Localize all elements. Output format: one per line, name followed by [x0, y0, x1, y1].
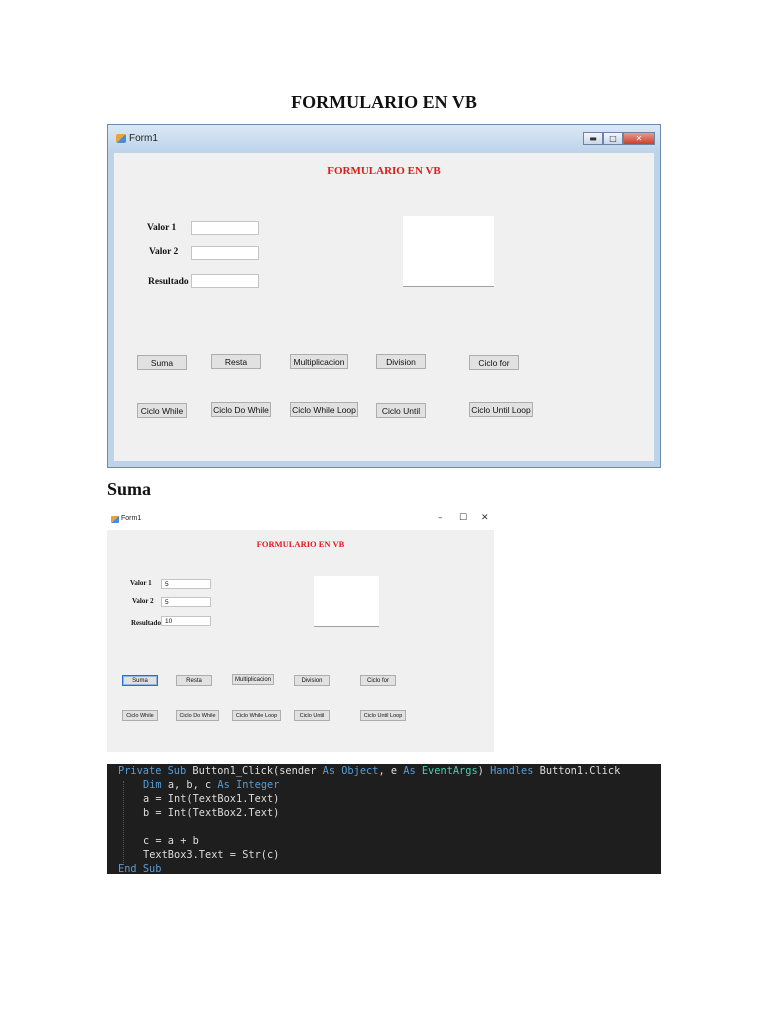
form-window-design: Form1 ▬ □ ✕ FORMULARIO EN VB Valor 1 Val… — [107, 124, 661, 468]
valor2-input[interactable]: 5 — [161, 597, 211, 607]
resultado-input[interactable] — [191, 274, 259, 288]
valor1-label: Valor 1 — [130, 579, 152, 587]
code-keyword: Sub — [142, 863, 162, 875]
code-keyword: As — [217, 779, 230, 791]
code-keyword: As — [322, 765, 336, 777]
resultado-label: Resultado — [148, 277, 189, 287]
title-bar[interactable]: Form1 ▬ □ ✕ — [108, 125, 660, 153]
division-button[interactable]: Division — [294, 675, 330, 686]
ciclo-until-loop-button[interactable]: Ciclo Until Loop — [360, 710, 406, 721]
code-line: c = a + b — [143, 835, 199, 847]
ciclo-for-button[interactable]: Ciclo for — [469, 355, 519, 370]
page-title: FORMULARIO EN VB — [291, 92, 477, 112]
ciclo-while-loop-button[interactable]: Ciclo While Loop — [290, 402, 358, 417]
maximize-icon[interactable]: □ — [603, 132, 623, 145]
valor2-label: Valor 2 — [149, 247, 179, 257]
output-box — [314, 576, 379, 627]
ciclo-while-loop-button[interactable]: Ciclo While Loop — [232, 710, 281, 721]
code-text: a, b, c — [167, 779, 212, 791]
code-keyword: End — [118, 863, 137, 875]
ciclo-for-button[interactable]: Ciclo for — [360, 675, 396, 686]
close-icon[interactable]: ✕ — [623, 132, 655, 145]
code-identifier: Button1.Click — [539, 765, 621, 777]
form-heading: FORMULARIO EN VB — [256, 539, 345, 549]
form-client-area: FORMULARIO EN VB Valor 1 Valor 2 Resulta… — [114, 153, 654, 461]
app-icon — [116, 134, 126, 143]
code-text: ) — [477, 765, 484, 777]
division-button[interactable]: Division — [376, 354, 426, 369]
section-heading: Suma — [107, 479, 152, 499]
code-line: TextBox3.Text = Str(c) — [143, 849, 280, 861]
code-line: Dim a, b, c As Integer — [118, 778, 661, 792]
code-keyword: Sub — [167, 765, 187, 777]
window-title: Form1 — [129, 133, 158, 144]
output-box — [403, 216, 494, 287]
code-text: , e — [378, 765, 398, 777]
valor2-input[interactable] — [191, 246, 259, 260]
ciclo-until-button[interactable]: Ciclo Until — [376, 403, 426, 418]
code-type: Integer — [236, 779, 280, 791]
code-line: End Sub — [118, 862, 661, 876]
suma-button[interactable]: Suma — [137, 355, 187, 370]
close-icon[interactable]: ✕ — [481, 513, 489, 523]
form-heading: FORMULARIO EN VB — [327, 165, 441, 177]
valor2-label: Valor 2 — [132, 597, 154, 605]
suma-button[interactable]: Suma — [122, 675, 158, 686]
code-block: Private Sub Button1_Click(sender As Obje… — [107, 764, 661, 876]
title-bar[interactable]: Form1 – ☐ ✕ — [107, 510, 494, 530]
multiplicacion-button[interactable]: Multiplicacion — [290, 354, 348, 369]
form-window-running: Form1 – ☐ ✕ FORMULARIO EN VB Valor 1 Val… — [107, 510, 494, 752]
code-text: (sender — [273, 765, 317, 777]
valor1-input[interactable]: 5 — [161, 579, 211, 589]
ciclo-while-button[interactable]: Ciclo While — [137, 403, 187, 418]
ciclo-do-while-button[interactable]: Ciclo Do While — [176, 710, 219, 721]
resultado-label: Resultado — [131, 619, 161, 627]
ciclo-do-while-button[interactable]: Ciclo Do While — [211, 402, 271, 417]
resultado-input[interactable]: 10 — [161, 616, 211, 626]
maximize-icon[interactable]: ☐ — [459, 513, 467, 523]
code-type: Object — [341, 765, 379, 777]
code-identifier: Button1_Click — [192, 765, 274, 777]
ciclo-until-loop-button[interactable]: Ciclo Until Loop — [469, 402, 533, 417]
resta-button[interactable]: Resta — [211, 354, 261, 369]
minimize-icon[interactable]: ▬ — [583, 132, 603, 145]
ciclo-while-button[interactable]: Ciclo While — [122, 710, 158, 721]
code-keyword: As — [403, 765, 416, 777]
window-title: Form1 — [121, 515, 142, 522]
ciclo-until-button[interactable]: Ciclo Until — [294, 710, 330, 721]
code-keyword: Dim — [143, 779, 162, 791]
multiplicacion-button[interactable]: Multiplicacion — [232, 674, 274, 685]
form-client-area: FORMULARIO EN VB Valor 1 Valor 2 Resulta… — [107, 530, 494, 752]
code-line: a = Int(TextBox1.Text) — [143, 793, 280, 805]
code-keyword: Handles — [490, 765, 534, 777]
code-line: b = Int(TextBox2.Text) — [143, 807, 280, 819]
minimize-icon[interactable]: – — [438, 513, 443, 523]
valor1-label: Valor 1 — [147, 223, 177, 233]
app-icon — [111, 516, 119, 523]
resta-button[interactable]: Resta — [176, 675, 212, 686]
code-line: Private Sub Button1_Click(sender As Obje… — [118, 764, 661, 778]
valor1-input[interactable] — [191, 221, 259, 235]
code-type: EventArgs — [421, 765, 478, 777]
code-keyword: Private — [118, 765, 162, 777]
